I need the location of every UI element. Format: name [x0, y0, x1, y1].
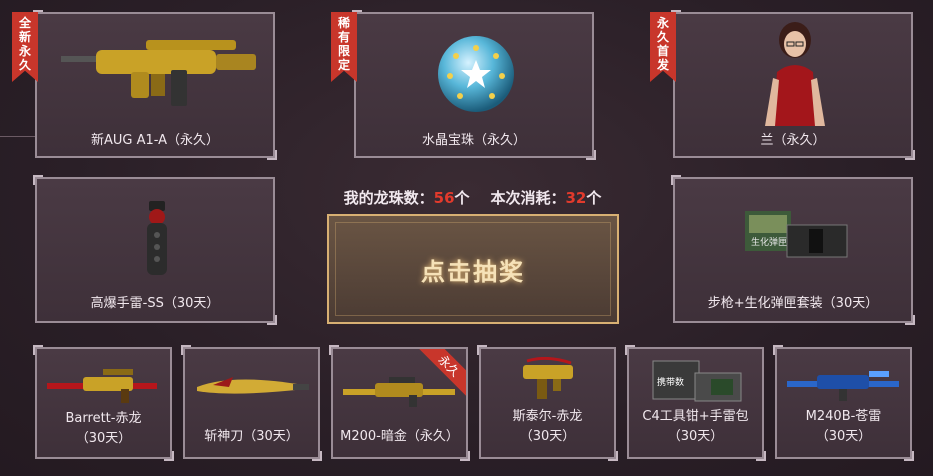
my-count-label: 我的龙珠数： — [343, 189, 434, 207]
prize-duration: （30天） — [75, 431, 132, 446]
prize-name: 兰（永久） — [760, 133, 826, 148]
crystal-orb-image — [438, 36, 514, 112]
aug-rifle-image — [61, 40, 256, 106]
prize-card-m240b[interactable]: M240B-苍雷 （30天） — [773, 345, 914, 461]
cost-label: 本次消耗： — [490, 189, 566, 207]
cost-value: 32 — [565, 189, 587, 207]
ribbon-char: 限 — [337, 44, 350, 58]
prize-card-lan[interactable]: 永 久 首 发 兰（永久） — [650, 10, 915, 160]
barrett-rifle-image — [47, 369, 157, 403]
prize-card-aug[interactable]: 全 新 永 久 新AUG A1-A（永久） — [12, 10, 277, 160]
ribbon-char: 稀 — [337, 16, 350, 30]
ribbon-char: 永 — [656, 16, 669, 30]
dragon-ball-stats: 我的龙珠数：56个 本次消耗：32个 — [315, 187, 630, 208]
prize-card-steyr[interactable]: 斯泰尔-赤龙 （30天） — [477, 345, 618, 461]
prize-card-grenade[interactable]: 高爆手雷-SS（30天） — [33, 175, 277, 325]
prize-name: M200-暗金（永久） — [340, 429, 459, 444]
blade-image — [197, 377, 309, 394]
grenade-image — [147, 201, 167, 275]
my-count-unit: 个 — [454, 189, 470, 207]
draw-lottery-button[interactable]: 点击抽奖 — [327, 214, 619, 324]
prize-name: 高爆手雷-SS（30天） — [90, 296, 220, 311]
prize-duration: （30天） — [519, 429, 576, 444]
prize-card-crystal-orb[interactable]: 稀 有 限 定 水晶宝珠（永久） — [331, 10, 596, 160]
c4-tools-image: 携带数 — [652, 360, 742, 402]
ribbon-char: 永 — [18, 44, 31, 58]
prize-name: C4工具钳+手雷包 — [642, 409, 749, 424]
mag-set-art-text: 生化弹匣 — [751, 236, 787, 248]
prize-name: 斯泰尔-赤龙 — [512, 409, 583, 424]
steyr-rifle-image — [523, 357, 573, 399]
ribbon-char: 发 — [656, 58, 669, 72]
button-inner-frame — [335, 222, 611, 316]
ribbon-char: 久 — [18, 58, 31, 72]
prize-card-zhanshen-blade[interactable]: 斩神刀（30天） — [181, 345, 322, 461]
prize-name: 步枪+生化弹匣套装（30天） — [707, 296, 879, 311]
ribbon-char: 久 — [656, 30, 669, 44]
c4-art-text: 携带数 — [657, 376, 684, 388]
prize-name: Barrett-赤龙 — [65, 411, 142, 426]
prize-card-barrett[interactable]: Barrett-赤龙 （30天） — [33, 345, 174, 461]
my-count-value: 56 — [433, 189, 455, 207]
character-lan-image — [765, 22, 825, 126]
cost-unit: 个 — [586, 189, 602, 207]
ribbon-char: 新 — [18, 30, 31, 44]
prize-name: M240B-苍雷 — [805, 409, 882, 424]
prize-duration: （30天） — [815, 429, 872, 444]
m200-rifle-image — [343, 377, 455, 407]
prize-name: 水晶宝珠（永久） — [421, 133, 526, 148]
ribbon-char: 首 — [656, 44, 669, 58]
rifle-mag-set-image: 生化弹匣 — [745, 211, 848, 258]
ribbon-char: 全 — [18, 16, 31, 30]
prize-name: 斩神刀（30天） — [204, 429, 299, 444]
prize-card-rifle-mag-set[interactable]: 生化弹匣 步枪+生化弹匣套装（30天） — [671, 175, 915, 325]
prize-duration: （30天） — [667, 429, 724, 444]
prize-name: 新AUG A1-A（永久） — [90, 133, 220, 148]
prize-card-c4-tools[interactable]: 携带数 C4工具钳+手雷包 （30天） — [625, 345, 766, 461]
prize-card-m200[interactable]: 永久 M200-暗金（永久） — [329, 345, 470, 461]
ribbon-char: 定 — [337, 58, 350, 72]
m240b-gun-image — [787, 371, 899, 401]
ribbon-char: 有 — [337, 30, 350, 44]
